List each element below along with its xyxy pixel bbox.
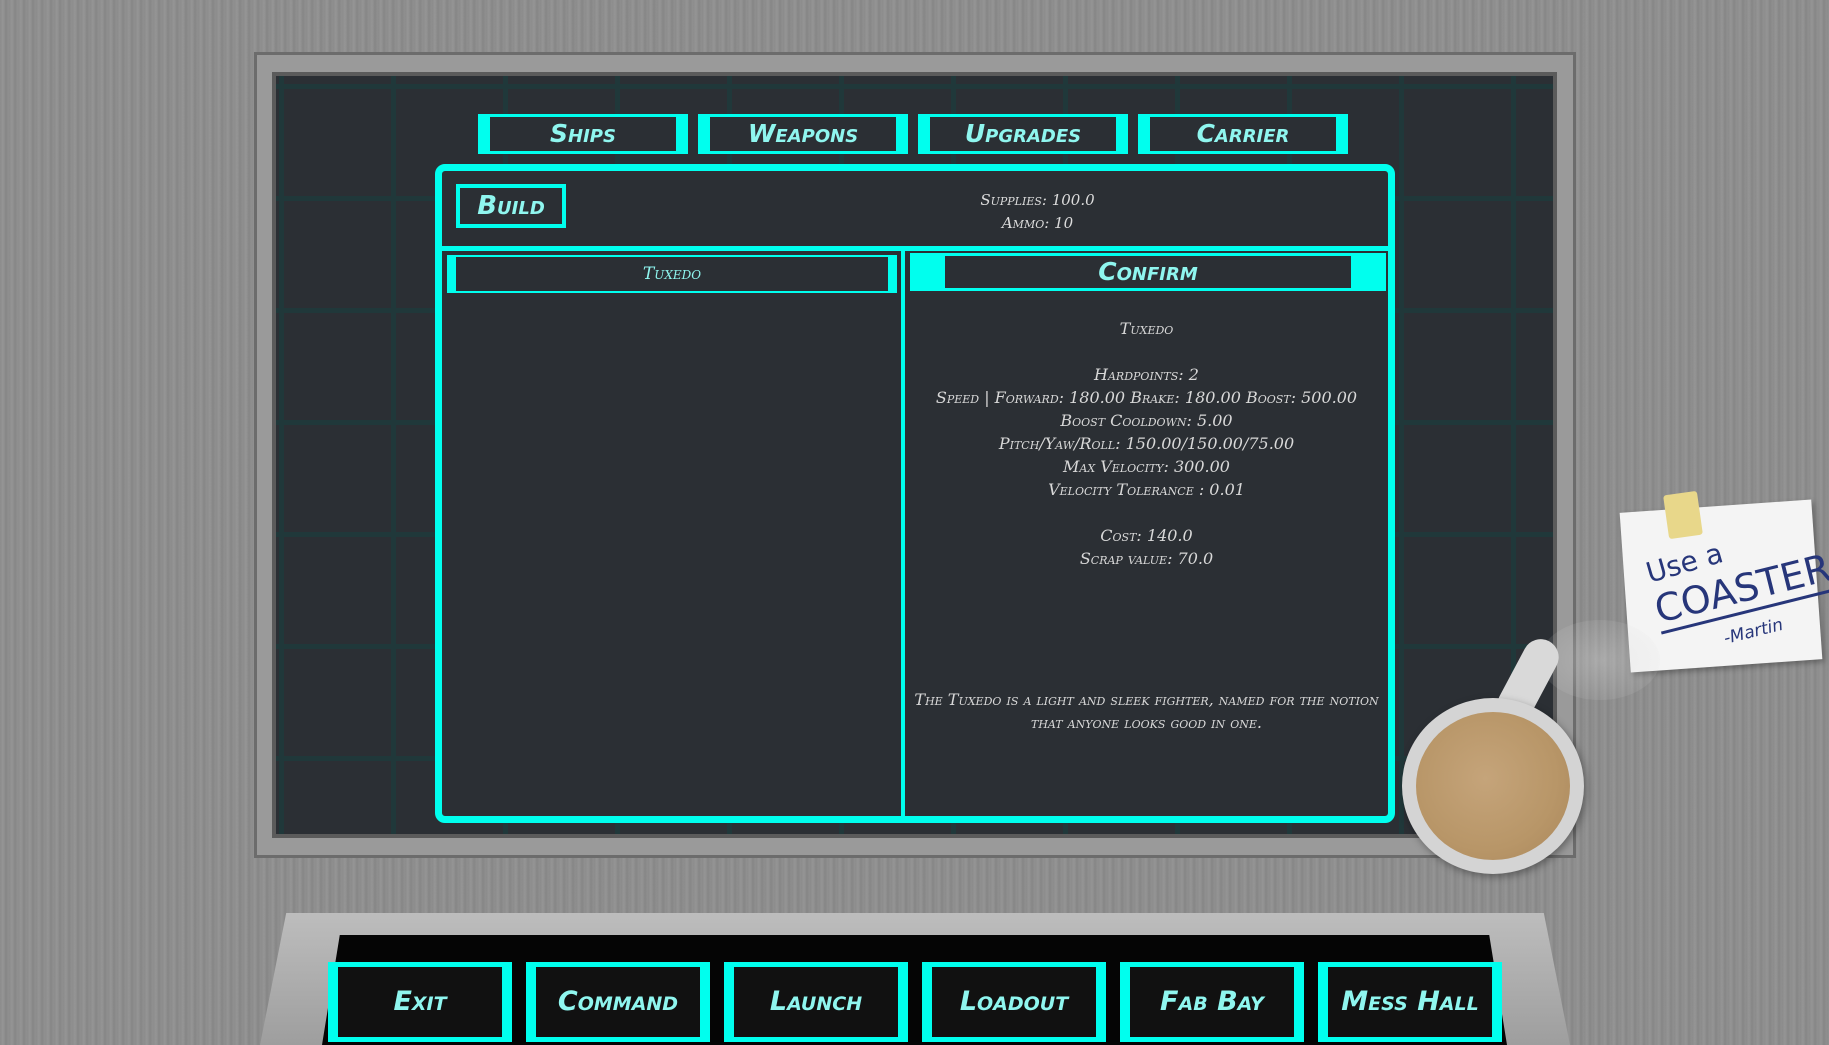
ship-stats: Tuxedo Hardpoints: 2 Speed | Forward: 18… <box>905 317 1388 570</box>
detail-name: Tuxedo <box>1119 319 1174 338</box>
ship-list: Tuxedo <box>442 251 905 816</box>
detail-speed: Speed | Forward: 180.00 Brake: 180.00 Bo… <box>935 388 1358 407</box>
detail-cost: Cost: 140.0 <box>1100 526 1193 545</box>
ship-details-panel: Confirm Tuxedo Hardpoints: 2 Speed | For… <box>905 251 1388 816</box>
confirm-button[interactable]: Confirm <box>910 253 1386 291</box>
ship-list-item-tuxedo[interactable]: Tuxedo <box>447 255 897 293</box>
ammo-text: Ammo: 10 <box>1001 214 1074 232</box>
resources-readout: Supplies: 100.0 Ammo: 10 <box>442 189 1388 235</box>
supplies-text: Supplies: 100.0 <box>980 191 1095 209</box>
panel-header: Build Supplies: 100.0 Ammo: 10 <box>442 171 1388 251</box>
ship-description: The Tuxedo is a light and sleek fighter,… <box>914 690 1379 732</box>
detail-scrap-value: Scrap value: 70.0 <box>1079 549 1214 568</box>
note-signature: -Martin <box>1721 614 1786 649</box>
detail-hardpoints: Hardpoints: 2 <box>1094 365 1199 384</box>
nav-fab-bay-button[interactable]: Fab Bay <box>1120 962 1304 1042</box>
fab-panel: Build Supplies: 100.0 Ammo: 10 Tuxedo Co… <box>435 164 1395 823</box>
tab-weapons[interactable]: Weapons <box>698 114 908 154</box>
nav-launch-button[interactable]: Launch <box>724 962 908 1042</box>
detail-max-velocity: Max Velocity: 300.00 <box>1063 457 1230 476</box>
nav-mess-hall-button[interactable]: Mess Hall <box>1318 962 1502 1042</box>
tape-piece <box>1663 490 1703 540</box>
detail-boost-cooldown: Boost Cooldown: 5.00 <box>1060 411 1233 430</box>
tab-carrier[interactable]: Carrier <box>1138 114 1348 154</box>
nav-exit-button[interactable]: Exit <box>328 962 512 1042</box>
coffee-mug <box>1402 698 1584 874</box>
detail-pitch-yaw-roll: Pitch/Yaw/Roll: 150.00/150.00/75.00 <box>998 434 1295 453</box>
tab-upgrades[interactable]: Upgrades <box>918 114 1128 154</box>
nav-loadout-button[interactable]: Loadout <box>922 962 1106 1042</box>
detail-velocity-tolerance: Velocity Tolerance : 0.01 <box>1048 480 1245 499</box>
tab-ships[interactable]: Ships <box>478 114 688 154</box>
coffee <box>1416 712 1570 860</box>
nav-command-button[interactable]: Command <box>526 962 710 1042</box>
